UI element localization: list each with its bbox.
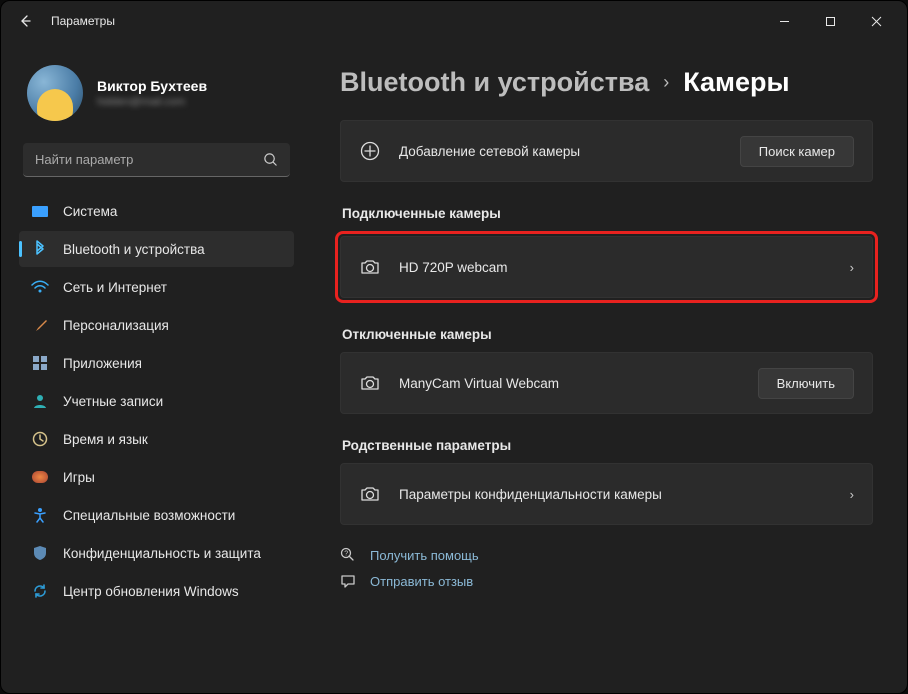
get-help-label: Получить помощь <box>370 548 479 563</box>
nav-label: Система <box>63 204 117 219</box>
search-icon <box>263 152 278 167</box>
nav-label: Сеть и Интернет <box>63 280 167 295</box>
close-icon <box>871 16 882 27</box>
feedback-label: Отправить отзыв <box>370 574 473 589</box>
monitor-icon <box>31 202 49 220</box>
breadcrumb-parent[interactable]: Bluetooth и устройства <box>340 67 649 98</box>
nav-bluetooth[interactable]: Bluetooth и устройства <box>19 231 294 267</box>
connected-camera-row[interactable]: HD 720P webcam › <box>340 236 873 298</box>
window-title: Параметры <box>51 14 115 28</box>
feedback-link[interactable]: Отправить отзыв <box>340 573 873 589</box>
search-box[interactable] <box>23 143 290 177</box>
camera-icon <box>359 256 381 278</box>
camera-icon <box>359 372 381 394</box>
settings-window: Параметры Виктор Бухтеев hidden@mail.com <box>0 0 908 694</box>
user-name: Виктор Бухтеев <box>97 78 207 94</box>
nav-accessibility[interactable]: Специальные возможности <box>19 497 294 533</box>
camera-privacy-row[interactable]: Параметры конфиденциальности камеры › <box>340 463 873 525</box>
nav-label: Персонализация <box>63 318 169 333</box>
clock-icon <box>31 430 49 448</box>
maximize-button[interactable] <box>807 5 853 37</box>
shield-icon <box>31 544 49 562</box>
search-input[interactable] <box>35 152 263 167</box>
nav-label: Специальные возможности <box>63 508 235 523</box>
games-icon <box>31 468 49 486</box>
nav-label: Игры <box>63 470 95 485</box>
connected-camera-name: HD 720P webcam <box>399 260 508 275</box>
nav-label: Центр обновления Windows <box>63 584 239 599</box>
camera-icon <box>359 483 381 505</box>
nav-label: Время и язык <box>63 432 148 447</box>
avatar <box>27 65 83 121</box>
chevron-right-icon: › <box>850 260 854 275</box>
maximize-icon <box>825 16 836 27</box>
nav-label: Приложения <box>63 356 142 371</box>
section-disabled-title: Отключенные камеры <box>342 327 873 342</box>
search-cameras-button[interactable]: Поиск камер <box>740 136 854 167</box>
enable-camera-button[interactable]: Включить <box>758 368 854 399</box>
titlebar: Параметры <box>1 1 907 41</box>
apps-icon <box>31 354 49 372</box>
plus-circle-icon <box>359 140 381 162</box>
nav-system[interactable]: Система <box>19 193 294 229</box>
user-email: hidden@mail.com <box>97 96 207 108</box>
disabled-camera-name: ManyCam Virtual Webcam <box>399 376 559 391</box>
breadcrumb: Bluetooth и устройства › Камеры <box>340 67 873 98</box>
nav-label: Конфиденциальность и защита <box>63 546 261 561</box>
brush-icon <box>31 316 49 334</box>
nav-update[interactable]: Центр обновления Windows <box>19 573 294 609</box>
nav-accounts[interactable]: Учетные записи <box>19 383 294 419</box>
user-profile[interactable]: Виктор Бухтеев hidden@mail.com <box>19 51 294 135</box>
add-network-camera-row: Добавление сетевой камеры Поиск камер <box>340 120 873 182</box>
window-controls <box>761 5 899 37</box>
nav-network[interactable]: Сеть и Интернет <box>19 269 294 305</box>
highlight-annotation: HD 720P webcam › <box>335 231 878 303</box>
nav-time[interactable]: Время и язык <box>19 421 294 457</box>
sidebar: Виктор Бухтеев hidden@mail.com Система B… <box>1 41 306 693</box>
back-button[interactable] <box>9 5 41 37</box>
nav-label: Учетные записи <box>63 394 163 409</box>
content: Bluetooth и устройства › Камеры Добавлен… <box>306 41 907 693</box>
nav: Система Bluetooth и устройства Сеть и Ин… <box>19 193 294 609</box>
nav-games[interactable]: Игры <box>19 459 294 495</box>
add-camera-label: Добавление сетевой камеры <box>399 144 580 159</box>
nav-apps[interactable]: Приложения <box>19 345 294 381</box>
breadcrumb-current: Камеры <box>683 67 789 98</box>
svg-text:?: ? <box>344 551 348 558</box>
wifi-icon <box>31 278 49 296</box>
update-icon <box>31 582 49 600</box>
footer-links: ? Получить помощь Отправить отзыв <box>340 547 873 589</box>
arrow-left-icon <box>17 13 33 29</box>
privacy-row-label: Параметры конфиденциальности камеры <box>399 487 662 502</box>
nav-personalization[interactable]: Персонализация <box>19 307 294 343</box>
section-related-title: Родственные параметры <box>342 438 873 453</box>
get-help-link[interactable]: ? Получить помощь <box>340 547 873 563</box>
nav-privacy[interactable]: Конфиденциальность и защита <box>19 535 294 571</box>
bluetooth-icon <box>31 240 49 258</box>
section-connected-title: Подключенные камеры <box>342 206 873 221</box>
help-icon: ? <box>340 547 358 563</box>
user-icon <box>31 392 49 410</box>
accessibility-icon <box>31 506 49 524</box>
nav-label: Bluetooth и устройства <box>63 242 205 257</box>
minimize-icon <box>779 16 790 27</box>
disabled-camera-row: ManyCam Virtual Webcam Включить <box>340 352 873 414</box>
close-button[interactable] <box>853 5 899 37</box>
minimize-button[interactable] <box>761 5 807 37</box>
chevron-right-icon: › <box>850 487 854 502</box>
chevron-right-icon: › <box>663 72 669 93</box>
feedback-icon <box>340 573 358 589</box>
